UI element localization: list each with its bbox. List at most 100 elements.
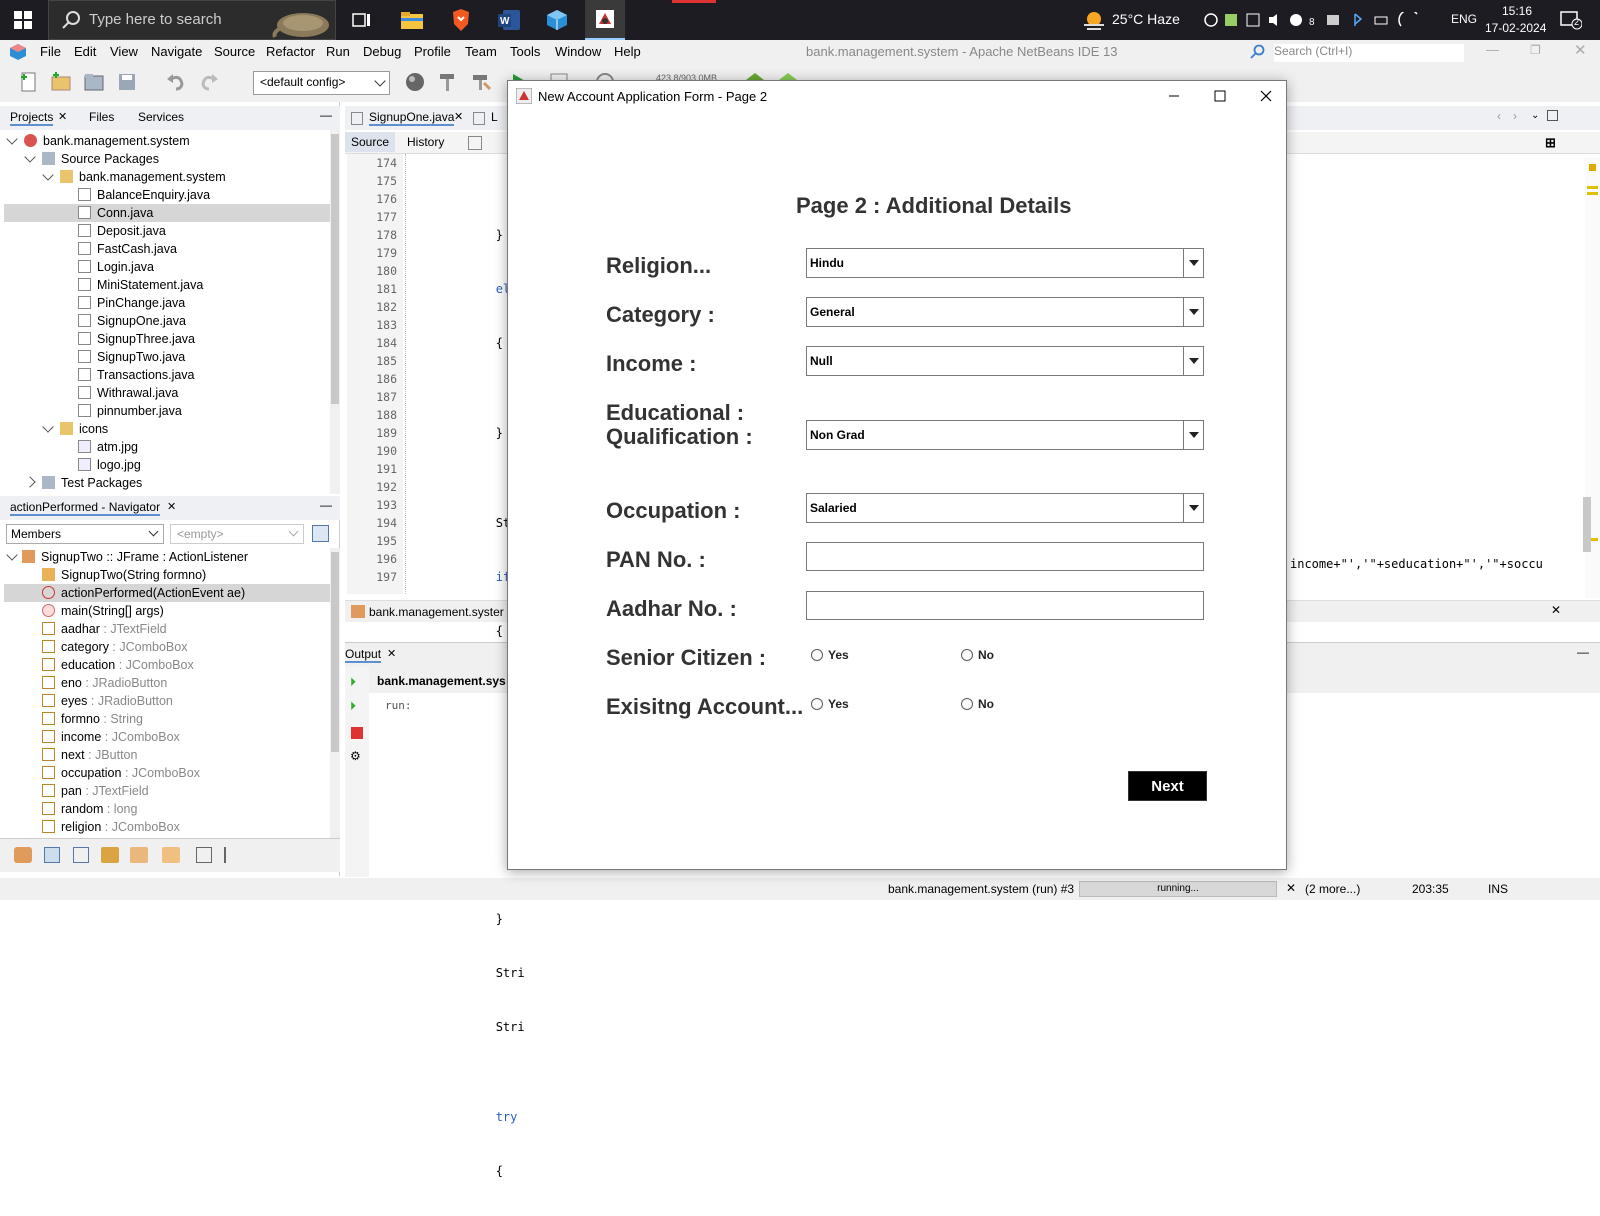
weather-text[interactable]: 25°C Haze <box>1112 11 1180 27</box>
tree-item-image[interactable]: atm.jpg <box>78 438 138 456</box>
file-explorer-icon[interactable] <box>392 0 432 40</box>
pan-field[interactable] <box>806 542 1204 571</box>
ide-restore-icon[interactable]: ❐ <box>1530 43 1541 57</box>
navigator-member[interactable]: pan : JTextField <box>42 782 149 800</box>
tree-item-file[interactable]: BalanceEnquiry.java <box>78 186 210 204</box>
menu-view[interactable]: View <box>110 44 138 59</box>
tree-item-icons-package[interactable]: icons <box>42 420 108 438</box>
menu-window[interactable]: Window <box>555 44 601 59</box>
income-dropdown[interactable]: Null <box>806 346 1204 376</box>
navigator-member[interactable]: next : JButton <box>42 746 137 764</box>
navigator-filter-dropdown[interactable]: <empty> <box>170 524 304 544</box>
senior-yes-radio[interactable]: Yes <box>811 648 849 662</box>
menu-profile[interactable]: Profile <box>414 44 451 59</box>
navigator-root[interactable]: SignupTwo :: JFrame : ActionListener <box>6 548 248 566</box>
navigator-member[interactable]: eno : JRadioButton <box>42 674 167 692</box>
tree-item-test-packages[interactable]: Test Packages <box>24 474 142 492</box>
clock-time[interactable]: 15:16 <box>1502 4 1532 18</box>
brave-browser-icon[interactable] <box>441 0 481 40</box>
navigator-member[interactable]: occupation : JComboBox <box>42 764 200 782</box>
expand-icon[interactable] <box>24 151 36 163</box>
menu-file[interactable]: File <box>40 44 61 59</box>
tab-list-chevron-icon[interactable]: ⌄ <box>1531 110 1539 121</box>
tree-item-file[interactable]: MiniStatement.java <box>78 276 203 294</box>
tab-services[interactable]: Services <box>138 110 184 124</box>
clock-date[interactable]: 17-02-2024 <box>1485 21 1546 35</box>
scroll-tabs-right-icon[interactable]: › <box>1513 109 1517 123</box>
tree-item-package[interactable]: bank.management.system <box>42 168 226 186</box>
tree-item-file[interactable]: SignupThree.java <box>78 330 195 348</box>
system-tray-icons[interactable]: 8 <box>1203 9 1433 28</box>
radio-circle[interactable] <box>811 698 823 710</box>
maximize-editor-icon[interactable] <box>1547 110 1558 121</box>
tree-item-file[interactable]: Deposit.java <box>78 222 166 240</box>
existing-no-radio[interactable]: No <box>961 697 994 711</box>
memory-indicator[interactable]: 423.8/903.0MB <box>656 73 717 80</box>
tree-item-image[interactable]: logo.jpg <box>78 456 141 474</box>
ide-minimize-icon[interactable]: — <box>1486 42 1499 57</box>
breadcrumb[interactable]: bank.management.syster <box>369 605 504 619</box>
navigator-member[interactable]: category : JComboBox <box>42 638 187 656</box>
members-dropdown[interactable]: Members <box>6 524 164 544</box>
minimize-panel-icon[interactable]: — <box>1577 645 1589 659</box>
tab-history[interactable]: History <box>407 135 444 149</box>
running-task-label[interactable]: bank.management.system (run) #3 <box>888 882 1074 896</box>
aadhar-field[interactable] <box>806 591 1204 620</box>
warning-marker[interactable] <box>1587 192 1598 195</box>
navigator-scrollbar[interactable] <box>330 548 340 838</box>
menu-edit[interactable]: Edit <box>74 44 96 59</box>
radio-circle[interactable] <box>811 649 823 661</box>
tree-item-file[interactable]: Withrawal.java <box>78 384 178 402</box>
close-icon[interactable]: ✕ <box>167 500 176 513</box>
dialog-minimize-button[interactable] <box>1151 81 1197 111</box>
menu-source[interactable]: Source <box>214 44 255 59</box>
chevron-down-icon[interactable] <box>1183 421 1203 449</box>
cancel-task-icon[interactable]: ✕ <box>1286 881 1296 895</box>
rerun-with-params-icon[interactable]: ⏵ <box>350 699 356 714</box>
task-view-icon[interactable] <box>342 0 382 40</box>
warning-marker[interactable] <box>1587 186 1598 189</box>
dialog-close-button[interactable] <box>1243 81 1289 111</box>
expand-icon[interactable] <box>6 549 18 561</box>
navigator-member[interactable]: SignupTwo(String formno) <box>42 566 206 584</box>
navigator-member[interactable]: income : JComboBox <box>42 728 180 746</box>
language-indicator[interactable]: ENG <box>1451 12 1477 26</box>
menu-run[interactable]: Run <box>326 44 350 59</box>
tree-item-file[interactable]: pinnumber.java <box>78 402 182 420</box>
navigator-member[interactable]: main(String[] args) <box>42 602 164 620</box>
chevron-down-icon[interactable] <box>1183 298 1203 326</box>
navigator-member[interactable]: religion : JComboBox <box>42 818 180 836</box>
tree-item-file[interactable]: Login.java <box>78 258 154 276</box>
menu-debug[interactable]: Debug <box>363 44 401 59</box>
output-project-name[interactable]: bank.management.sys <box>377 674 506 688</box>
clean-build-icon[interactable] <box>470 71 492 93</box>
tab-output[interactable]: Output <box>345 647 382 663</box>
config-dropdown[interactable]: <default config> <box>253 71 390 95</box>
expand-icon[interactable] <box>24 476 36 488</box>
new-file-icon[interactable] <box>18 71 40 93</box>
close-icon[interactable]: ✕ <box>1551 603 1561 617</box>
undo-icon[interactable] <box>165 71 187 93</box>
globe-icon[interactable] <box>404 71 426 93</box>
filter-nonpublic-icon[interactable] <box>101 847 119 863</box>
chevron-down-icon[interactable] <box>1183 494 1203 522</box>
tree-item-file[interactable]: SignupTwo.java <box>78 348 185 366</box>
tab-navigator[interactable]: actionPerformed - Navigator <box>10 500 161 516</box>
navigator-member[interactable]: aadhar : JTextField <box>42 620 167 638</box>
show-javadoc-icon[interactable] <box>162 847 180 863</box>
existing-yes-radio[interactable]: Yes <box>811 697 849 711</box>
close-icon[interactable]: ✕ <box>387 647 396 660</box>
filter-class-icon[interactable] <box>130 847 148 863</box>
dialog-maximize-button[interactable] <box>1197 81 1243 111</box>
back-icon[interactable] <box>468 136 482 150</box>
tab-source[interactable]: Source <box>345 132 396 152</box>
menu-refactor[interactable]: Refactor <box>266 44 315 59</box>
scroll-tabs-left-icon[interactable]: ‹ <box>1497 109 1501 123</box>
warning-marker[interactable] <box>1589 164 1596 171</box>
menu-help[interactable]: Help <box>614 44 641 59</box>
new-project-icon[interactable] <box>50 71 72 93</box>
dialog-titlebar[interactable]: New Account Application Form - Page 2 <box>508 81 1286 111</box>
tree-item-project[interactable]: bank.management.system <box>6 132 190 150</box>
navigator-options-icon[interactable] <box>312 525 329 542</box>
ide-search-input[interactable]: Search (Ctrl+I) <box>1274 44 1464 62</box>
